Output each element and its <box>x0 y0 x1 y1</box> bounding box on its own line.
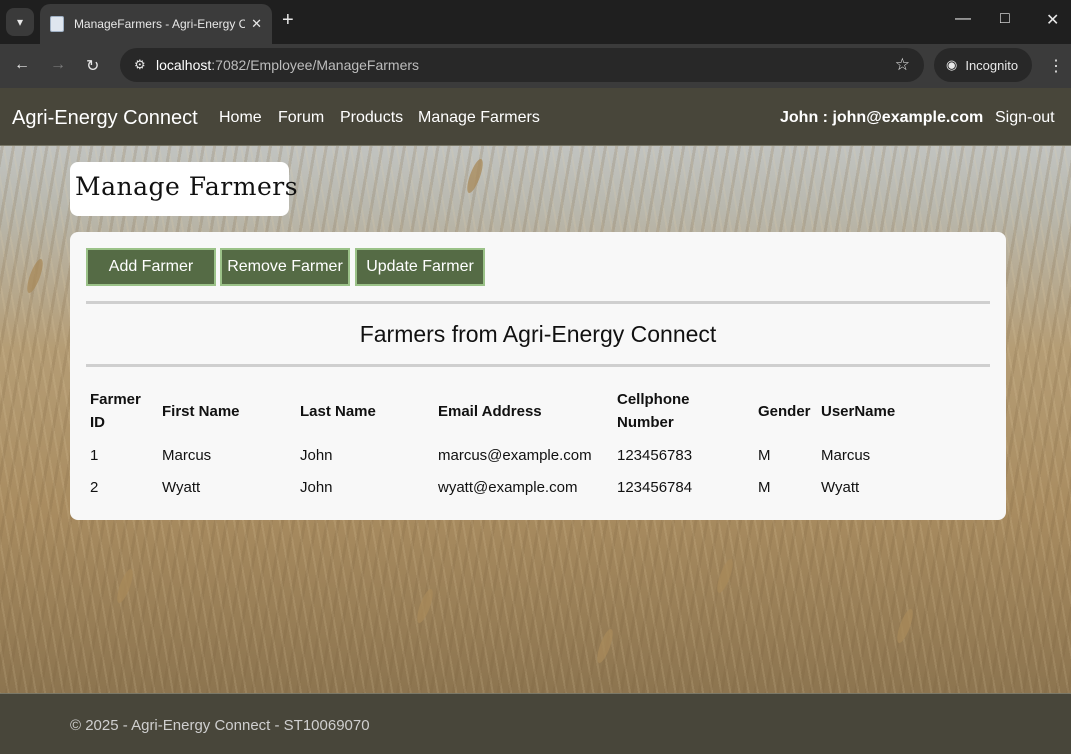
page-title-box: Manage Farmers <box>70 162 298 216</box>
close-window-icon[interactable]: ✕ <box>1046 10 1059 30</box>
site-footer: © 2025 - Agri-Energy Connect - ST1006907… <box>0 693 1071 754</box>
browser-tab-bar: ▾ ManageFarmers - Agri-Energy Connect ✕ … <box>0 0 1071 44</box>
brand-link[interactable]: Agri-Energy Connect <box>12 107 198 130</box>
back-icon[interactable]: ← <box>14 56 30 74</box>
table-header-cellphone: Cellphone Number <box>617 391 690 431</box>
site-navbar: Agri-Energy Connect Home Forum Products … <box>0 88 1071 146</box>
update-farmer-button[interactable]: Update Farmer <box>355 248 485 286</box>
page-background: Agri-Energy Connect Home Forum Products … <box>0 88 1071 754</box>
cell-username: Marcus <box>821 447 871 464</box>
table-header-gender: Gender <box>758 403 811 420</box>
close-tab-icon[interactable]: ✕ <box>251 16 262 32</box>
incognito-badge[interactable]: ◉ Incognito <box>934 48 1032 82</box>
forward-icon[interactable]: → <box>50 56 66 74</box>
table-header-farmer-id: Farmer ID <box>90 391 141 431</box>
add-farmer-button[interactable]: Add Farmer <box>86 248 216 286</box>
page-favicon-icon <box>50 16 64 32</box>
wheat-decoration <box>114 567 136 605</box>
cell-email: marcus@example.com <box>438 447 592 464</box>
cell-cellphone: 123456783 <box>617 447 693 464</box>
url-path: :7082/Employee/ManageFarmers <box>211 57 420 73</box>
wheat-decoration <box>24 257 46 295</box>
cell-email: wyatt@example.com <box>438 479 578 496</box>
nav-link-home[interactable]: Home <box>219 109 262 127</box>
maximize-icon[interactable]: □ <box>1000 10 1010 28</box>
nav-link-manage-farmers[interactable]: Manage Farmers <box>418 109 540 127</box>
wheat-decoration <box>714 557 736 595</box>
browser-tab-active[interactable]: ManageFarmers - Agri-Energy Connect ✕ <box>40 4 272 44</box>
table-header-email: Email Address <box>438 403 542 420</box>
wheat-decoration <box>894 607 916 645</box>
reload-icon[interactable]: ↻ <box>86 56 99 76</box>
url-host: localhost <box>156 57 212 73</box>
wheat-decoration <box>464 157 486 195</box>
cell-gender: M <box>758 479 771 496</box>
farmers-card: Add Farmer Remove Farmer Update Farmer F… <box>70 232 1006 520</box>
url-text: localhost:7082/Employee/ManageFarmers <box>156 57 419 73</box>
divider <box>86 301 990 304</box>
page-title: Manage Farmers <box>75 172 299 201</box>
site-info-icon[interactable]: ⚙ <box>134 57 156 73</box>
current-user-label: John : john@example.com <box>780 109 984 126</box>
tab-title: ManageFarmers - Agri-Energy Connect <box>73 17 246 31</box>
cell-username: Wyatt <box>821 479 860 496</box>
minimize-icon[interactable]: — <box>955 10 971 28</box>
cell-last-name: John <box>300 479 333 496</box>
remove-farmer-button[interactable]: Remove Farmer <box>220 248 350 286</box>
wheat-decoration <box>594 627 616 665</box>
incognito-label: Incognito <box>965 57 1019 73</box>
cell-last-name: John <box>300 447 333 464</box>
incognito-icon: ◉ <box>946 57 958 72</box>
signout-link[interactable]: Sign-out <box>995 109 1055 127</box>
table-header-first-name: First Name <box>162 403 240 420</box>
cell-cellphone: 123456784 <box>617 479 693 496</box>
new-tab-icon[interactable]: + <box>282 9 294 32</box>
tab-search-icon[interactable]: ▾ <box>6 8 34 36</box>
section-title: Farmers from Agri-Energy Connect <box>359 321 717 347</box>
table-header-last-name: Last Name <box>300 403 376 420</box>
cell-farmer-id: 1 <box>90 447 99 464</box>
browser-menu-icon[interactable]: ⋮ <box>1048 56 1064 76</box>
wheat-decoration <box>414 587 436 625</box>
cell-first-name: Marcus <box>162 447 212 464</box>
footer-copyright: © 2025 - Agri-Energy Connect - ST1006907… <box>70 717 370 734</box>
divider <box>86 364 990 367</box>
nav-link-products[interactable]: Products <box>340 109 403 127</box>
cell-gender: M <box>758 447 771 464</box>
cell-first-name: Wyatt <box>162 479 201 496</box>
address-bar[interactable]: ⚙ localhost:7082/Employee/ManageFarmers … <box>120 48 924 82</box>
nav-link-forum[interactable]: Forum <box>278 109 324 127</box>
cell-farmer-id: 2 <box>90 479 99 496</box>
table-header-username: UserName <box>821 403 896 420</box>
browser-toolbar: ← → ↻ ⚙ localhost:7082/Employee/ManageFa… <box>0 44 1071 88</box>
bookmark-star-icon[interactable]: ☆ <box>895 55 910 75</box>
